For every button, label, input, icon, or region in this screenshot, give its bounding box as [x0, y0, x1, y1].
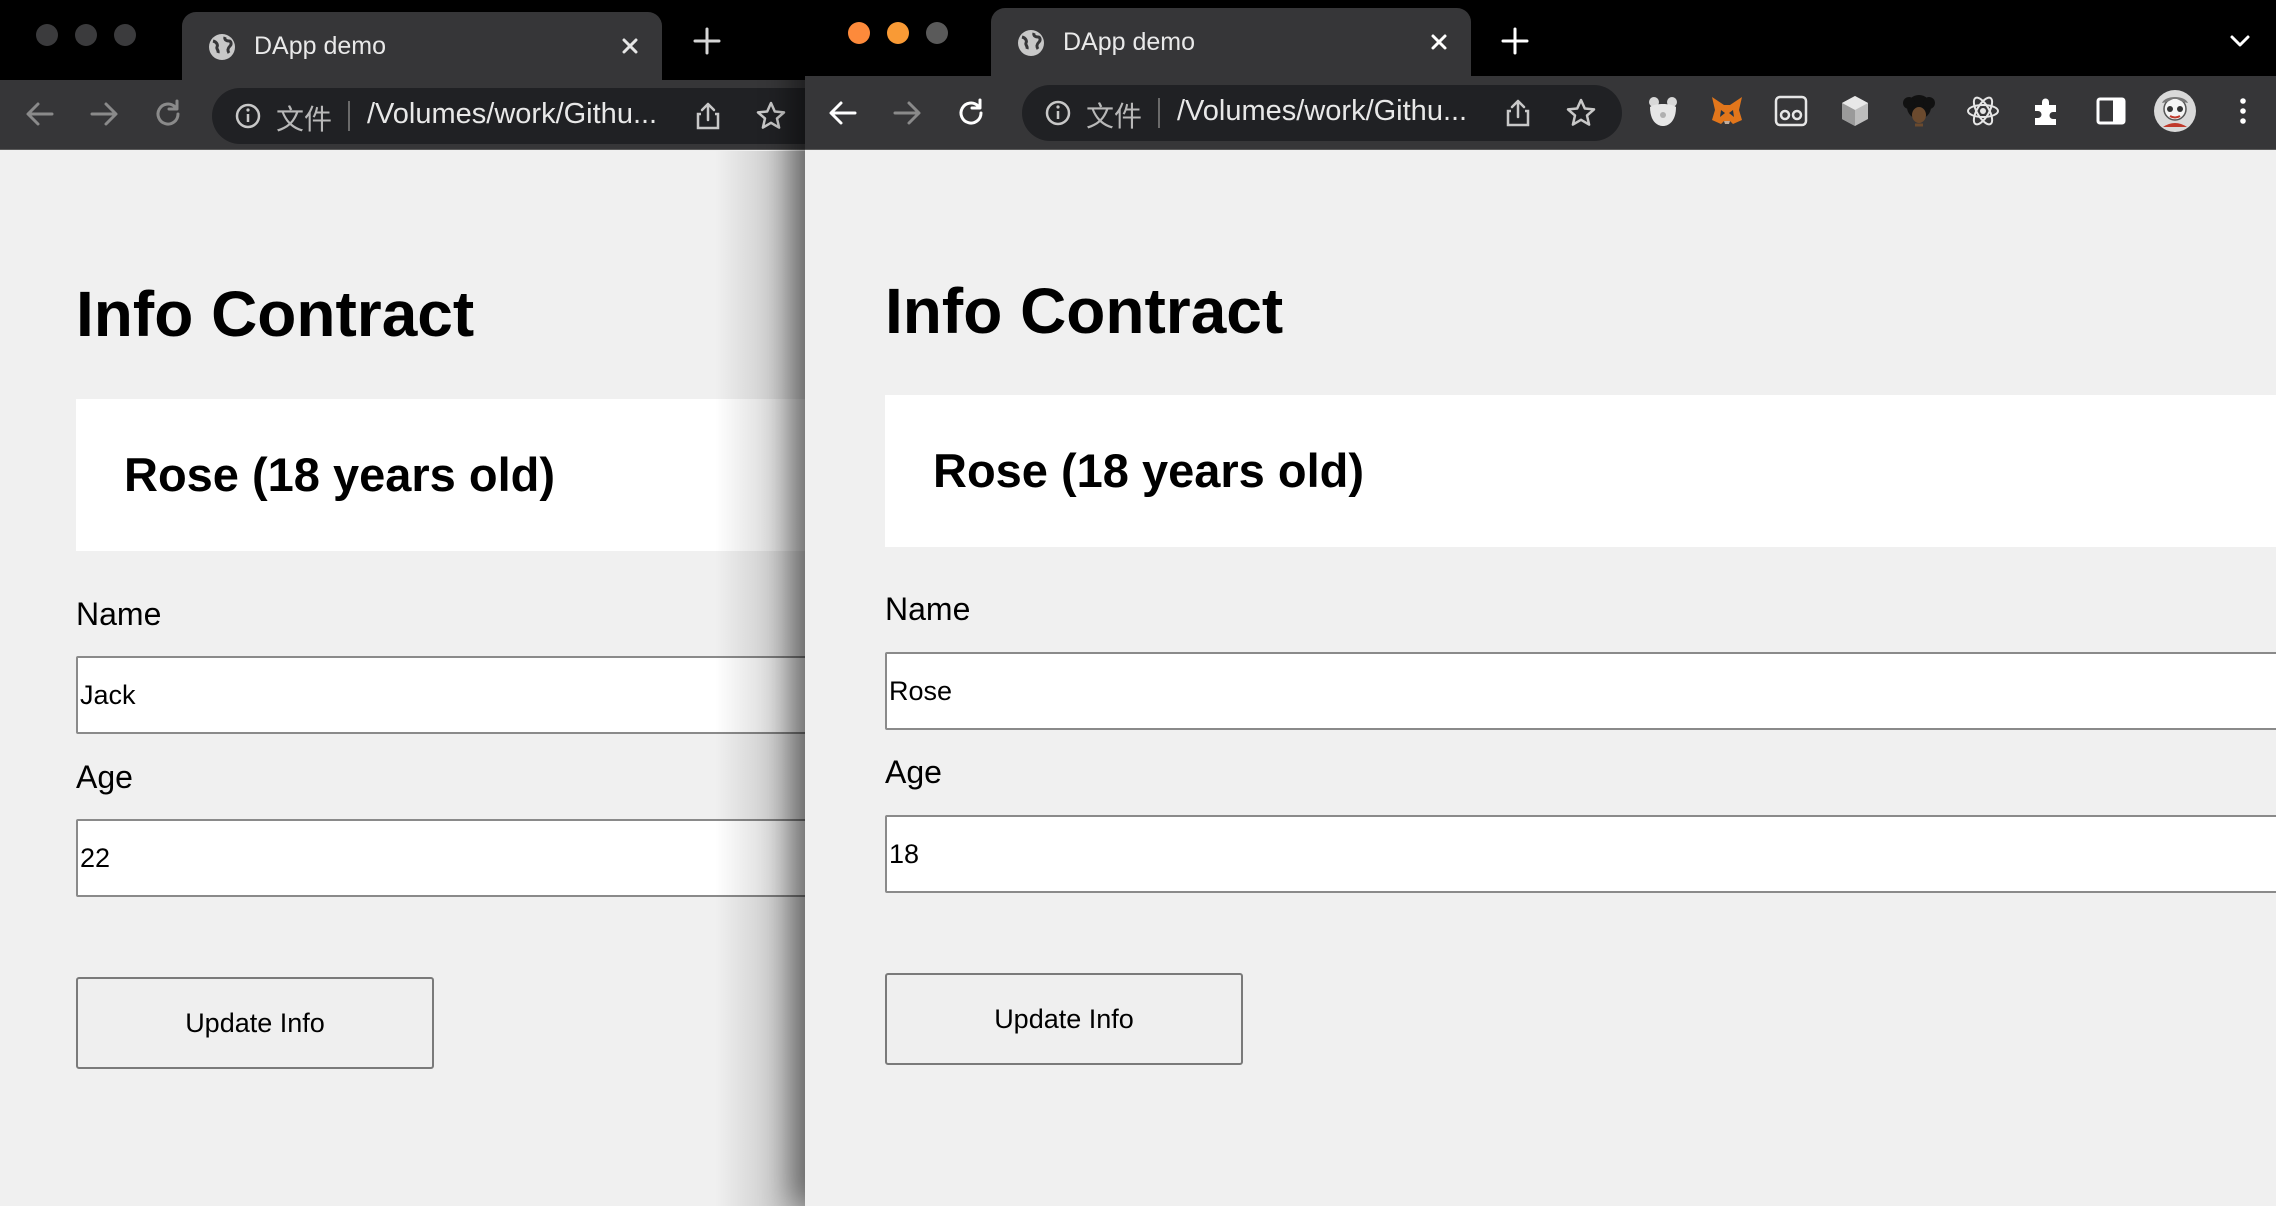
afro-avatar-extension-icon[interactable]	[1901, 93, 1937, 129]
reload-icon[interactable]	[953, 95, 989, 131]
minimize-window-button[interactable]	[75, 24, 97, 46]
browser-tab[interactable]: DApp demo	[991, 8, 1471, 80]
tab-search-chevron-icon[interactable]	[2225, 26, 2255, 56]
close-window-button[interactable]	[848, 22, 870, 44]
share-icon[interactable]	[1502, 97, 1534, 129]
url-text[interactable]: /Volumes/work/Githu...	[1177, 95, 1467, 128]
omnibox-divider	[1158, 98, 1160, 128]
browser-window-back: DApp demo 文件 /Volumes/work/Githu... Info…	[0, 0, 805, 1206]
tab-strip: DApp demo	[805, 0, 2276, 80]
bookmark-star-icon[interactable]	[754, 99, 788, 133]
glasses-extension-icon[interactable]	[1773, 93, 1809, 129]
minimize-window-button[interactable]	[887, 22, 909, 44]
file-scheme-chip: 文件	[1086, 101, 1143, 132]
tab-strip: DApp demo	[0, 0, 805, 80]
info-icon[interactable]	[234, 102, 262, 130]
reload-icon[interactable]	[150, 96, 186, 132]
age-input[interactable]	[76, 819, 805, 897]
page-title: Info Contract	[885, 275, 1284, 347]
globe-icon	[1018, 30, 1044, 56]
chrome-menu-kebab-icon[interactable]	[2225, 93, 2261, 129]
back-arrow-icon[interactable]	[22, 96, 58, 132]
close-tab-icon[interactable]	[1423, 26, 1455, 58]
info-card: Rose (18 years old)	[885, 395, 2276, 547]
address-bar[interactable]: 文件 /Volumes/work/Githu...	[212, 88, 805, 144]
name-label: Name	[885, 591, 971, 627]
puzzle-extensions-icon[interactable]	[2029, 93, 2065, 129]
omnibox-divider	[348, 101, 350, 131]
zoom-window-button[interactable]	[926, 22, 948, 44]
forward-arrow-icon[interactable]	[889, 95, 925, 131]
zoom-window-button[interactable]	[114, 24, 136, 46]
bear-extension-icon[interactable]	[1645, 93, 1681, 129]
globe-icon	[209, 34, 235, 60]
window-controls	[36, 24, 136, 46]
forward-arrow-icon[interactable]	[86, 96, 122, 132]
update-info-button[interactable]: Update Info	[885, 973, 1243, 1065]
url-text[interactable]: /Volumes/work/Githu...	[367, 98, 657, 131]
metamask-fox-icon[interactable]	[1709, 93, 1745, 129]
browser-tab[interactable]: DApp demo	[182, 12, 662, 80]
new-tab-icon[interactable]	[1498, 24, 1532, 58]
age-label: Age	[76, 759, 133, 795]
update-info-button[interactable]: Update Info	[76, 977, 434, 1069]
back-arrow-icon[interactable]	[825, 95, 861, 131]
name-input[interactable]	[885, 652, 2276, 730]
age-input[interactable]	[885, 815, 2276, 893]
name-input[interactable]	[76, 656, 805, 734]
side-panel-icon[interactable]	[2093, 93, 2129, 129]
tab-title: DApp demo	[254, 32, 387, 60]
name-label: Name	[76, 596, 162, 632]
share-icon[interactable]	[692, 100, 724, 132]
browser-window-front: DApp demo 文件 /Volumes/work/Githu... Info…	[805, 0, 2276, 1206]
info-card: Rose (18 years old)	[76, 399, 805, 551]
address-bar[interactable]: 文件 /Volumes/work/Githu...	[1022, 85, 1622, 141]
page-content: Info Contract Rose (18 years old) Name A…	[805, 151, 2276, 1206]
file-scheme-chip: 文件	[276, 104, 333, 135]
tab-title: DApp demo	[1063, 28, 1196, 56]
browser-toolbar: 文件 /Volumes/work/Githu...	[0, 80, 805, 150]
info-display: Rose (18 years old)	[124, 448, 556, 501]
info-display: Rose (18 years old)	[933, 444, 1365, 497]
profile-avatar-icon[interactable]	[2153, 89, 2197, 133]
close-window-button[interactable]	[36, 24, 58, 46]
info-icon[interactable]	[1044, 99, 1072, 127]
page-title: Info Contract	[76, 278, 475, 350]
close-tab-icon[interactable]	[614, 30, 646, 62]
new-tab-icon[interactable]	[690, 24, 724, 58]
react-devtools-icon[interactable]	[1965, 93, 2001, 129]
browser-toolbar: 文件 /Volumes/work/Githu...	[805, 76, 2276, 150]
window-controls	[848, 22, 948, 44]
page-content: Info Contract Rose (18 years old) Name A…	[0, 151, 805, 1206]
cube-extension-icon[interactable]	[1837, 93, 1873, 129]
bookmark-star-icon[interactable]	[1564, 96, 1598, 130]
age-label: Age	[885, 754, 942, 790]
